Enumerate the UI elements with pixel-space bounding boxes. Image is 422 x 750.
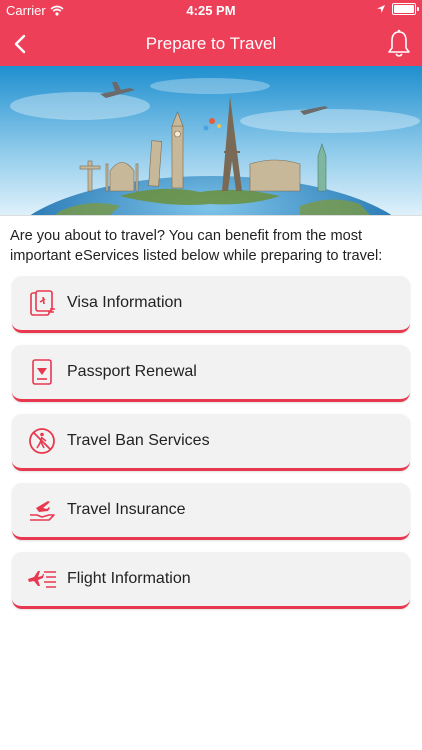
flight-info-icon <box>22 559 62 599</box>
hero-banner <box>0 66 422 216</box>
nav-bar: Prepare to Travel <box>0 22 422 66</box>
no-travel-icon <box>22 421 62 461</box>
service-item-travel-insurance[interactable]: Travel Insurance <box>12 483 410 540</box>
service-item-flight-information[interactable]: Flight Information <box>12 552 410 609</box>
service-label: Flight Information <box>67 570 191 587</box>
bell-icon[interactable] <box>384 28 414 60</box>
battery-icon <box>392 3 419 15</box>
hand-plane-icon <box>22 490 62 530</box>
service-item-visa-information[interactable]: Visa Information <box>12 276 410 333</box>
status-right-group <box>376 3 419 15</box>
world-landmarks-illustration <box>0 66 422 215</box>
service-label: Travel Ban Services <box>67 432 210 449</box>
page-title: Prepare to Travel <box>145 34 277 53</box>
service-item-travel-ban-services[interactable]: Travel Ban Services <box>12 414 410 471</box>
status-bar: Carrier 4:25 PM <box>0 0 422 22</box>
passport-icon <box>22 352 62 392</box>
visa-document-icon <box>22 283 62 323</box>
service-label: Travel Insurance <box>67 501 186 518</box>
services-list: Visa Information Passport Renewal Travel… <box>12 276 410 621</box>
service-item-passport-renewal[interactable]: Passport Renewal <box>12 345 410 402</box>
intro-text: Are you about to travel? You can benefit… <box>10 228 383 264</box>
service-label: Passport Renewal <box>67 363 197 380</box>
status-time: 4:25 PM <box>186 3 236 18</box>
location-arrow-icon <box>377 5 385 13</box>
service-label: Visa Information <box>67 294 183 311</box>
